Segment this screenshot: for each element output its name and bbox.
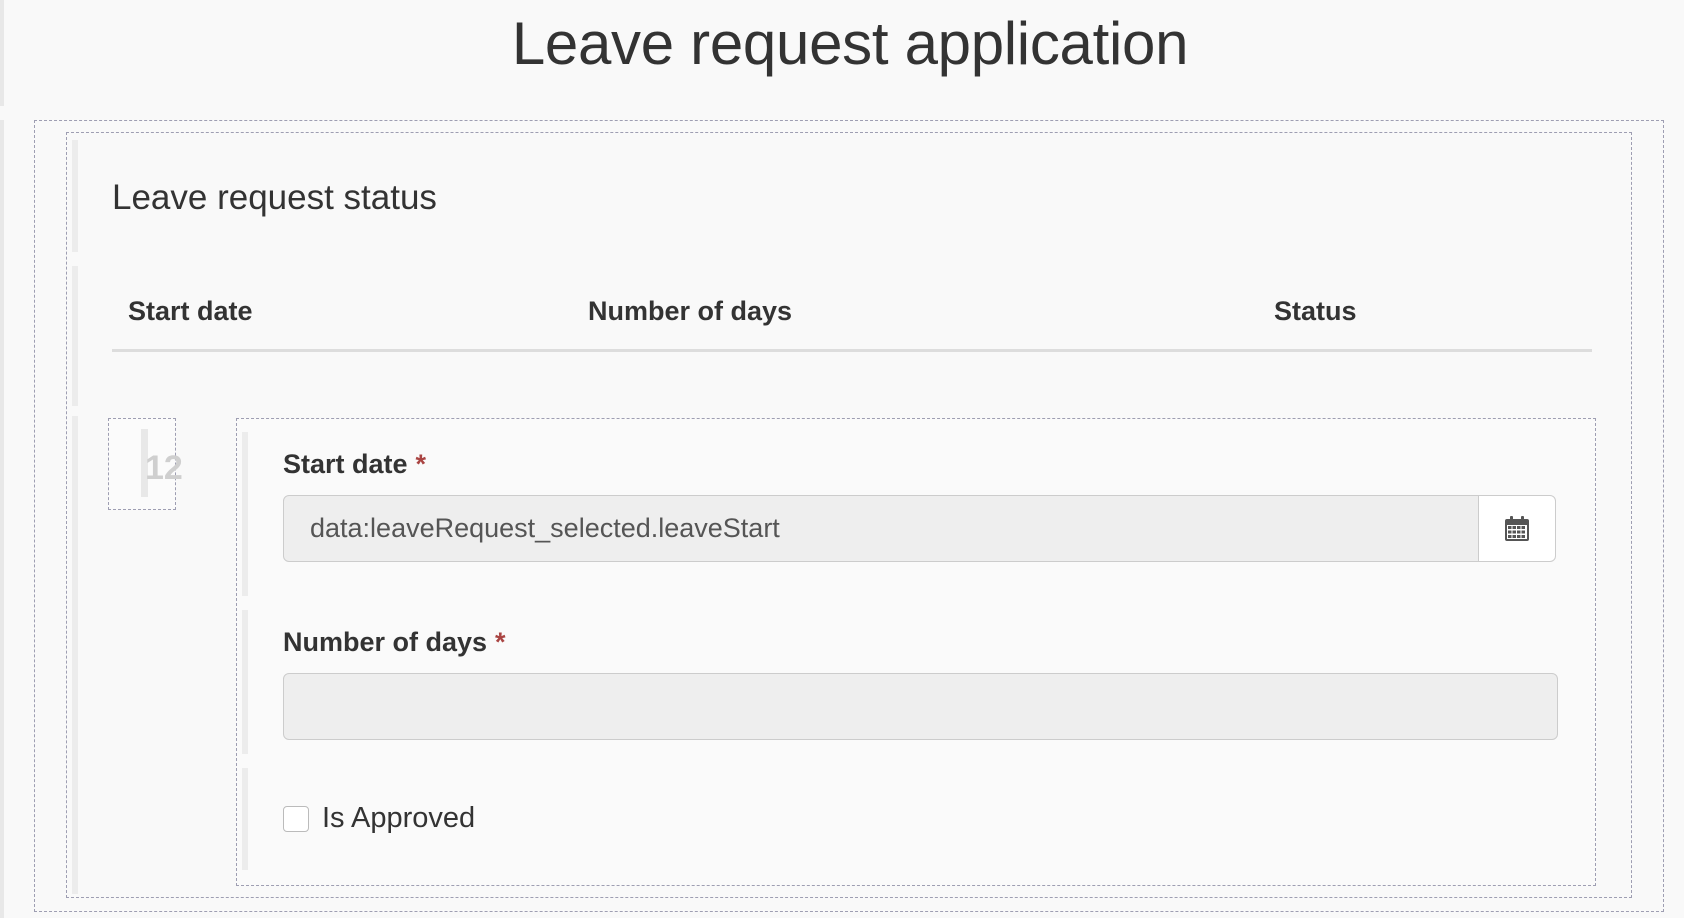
number-of-days-input[interactable] (283, 673, 1558, 740)
number-of-days-label: Number of days * (283, 627, 506, 658)
page: Leave request application Leave request … (0, 0, 1684, 918)
row-number-box: 12 (108, 418, 183, 510)
section-title: Leave request status (112, 178, 437, 217)
section-title-strip (72, 140, 78, 252)
table-strip (72, 266, 78, 406)
start-date-label-text: Start date (283, 449, 408, 479)
status-table-header: Start date Number of days Status (112, 290, 1592, 352)
number-of-days-required-mark: * (495, 627, 506, 657)
number-of-days-label-text: Number of days (283, 627, 488, 657)
start-date-required-mark: * (415, 449, 427, 479)
form-strip-approved (242, 768, 248, 870)
app-title: Leave request application (511, 10, 1189, 77)
row-strip (72, 416, 78, 894)
start-date-label: Start date * (283, 449, 426, 480)
calendar-icon (1505, 515, 1529, 541)
column-header-number-of-days: Number of days (588, 296, 793, 326)
column-header-start-date: Start date (128, 296, 253, 326)
form-strip-start-date (242, 432, 248, 596)
form-strip-number-of-days (242, 610, 248, 754)
left-edge-strip-main (0, 120, 4, 918)
column-header-status: Status (1274, 296, 1357, 326)
row-number: 12 (145, 449, 183, 487)
start-date-input[interactable] (283, 495, 1479, 562)
is-approved-label[interactable]: Is Approved (322, 802, 475, 835)
is-approved-checkbox[interactable] (283, 806, 309, 832)
calendar-button[interactable] (1478, 495, 1556, 562)
